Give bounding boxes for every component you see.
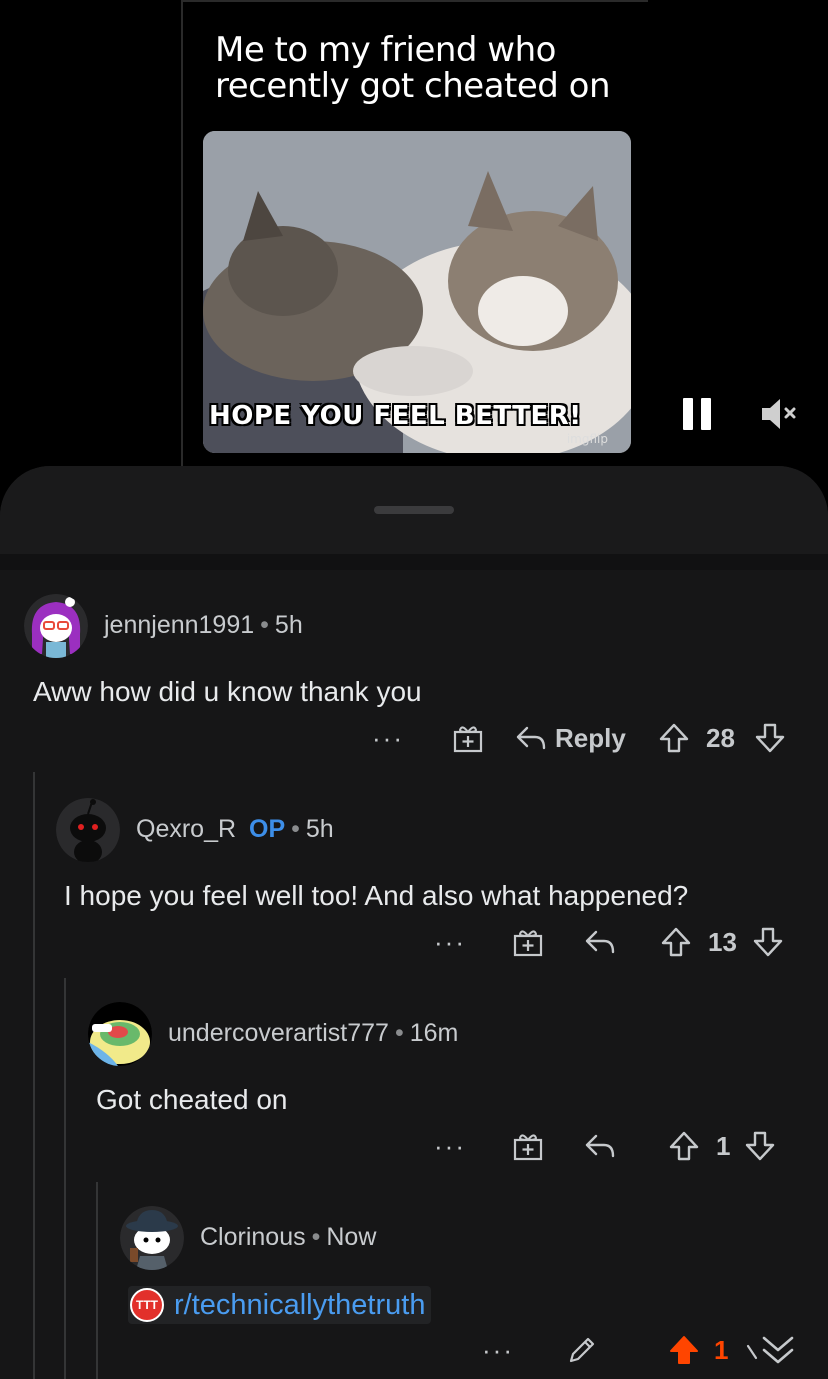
upvote-arrow-icon xyxy=(661,927,691,957)
meme-caption: Me to my friend who recently got cheated… xyxy=(215,30,611,106)
upvote-arrow-icon xyxy=(659,723,689,753)
more-options-button[interactable]: ··· xyxy=(434,1131,466,1162)
upvote-filled-icon xyxy=(670,1336,698,1364)
upvote-button-active[interactable] xyxy=(668,1334,700,1366)
downvote-arrow-icon xyxy=(753,927,783,957)
timestamp: Now xyxy=(326,1223,377,1251)
thread-line-level-2[interactable] xyxy=(64,978,66,1379)
gift-icon xyxy=(513,930,543,957)
avatar[interactable] xyxy=(120,1206,184,1270)
gift-icon xyxy=(453,726,483,753)
op-badge: OP xyxy=(249,815,286,843)
timestamp: 5h xyxy=(274,611,303,639)
timestamp: 5h xyxy=(305,815,334,843)
subreddit-link-text: r/technicallythetruth xyxy=(174,1288,426,1321)
comment-actions: ··· 13 xyxy=(434,922,794,962)
thread-line-level-3[interactable] xyxy=(96,1182,98,1379)
media-area: Me to my friend who recently got cheated… xyxy=(0,0,828,470)
reply-arrow-icon xyxy=(585,1134,615,1158)
username[interactable]: jennjenn1991 xyxy=(104,611,254,639)
avatar-snoo-purple-hair-icon xyxy=(24,594,88,658)
comment-meta: jennjenn1991 • 5h xyxy=(104,611,303,639)
downvote-arrow-icon xyxy=(745,1131,775,1161)
reply-button[interactable] xyxy=(584,1132,616,1160)
comment-actions: ··· Reply 28 xyxy=(372,718,792,758)
downvote-button[interactable] xyxy=(752,926,784,958)
pause-button[interactable] xyxy=(683,398,713,430)
username[interactable]: Clorinous xyxy=(200,1223,306,1251)
award-button[interactable] xyxy=(452,722,484,754)
avatar-snoo-detective-icon xyxy=(120,1206,184,1270)
award-button[interactable] xyxy=(512,926,544,958)
reply-label: Reply xyxy=(555,722,626,753)
meme-gif[interactable]: imgflip HOPE YOU FEEL BETTER! xyxy=(203,131,631,453)
comment-meta: undercoverartist777 • 16m xyxy=(168,1019,459,1047)
subreddit-link[interactable]: TTT r/technicallythetruth xyxy=(128,1286,432,1324)
downvote-button[interactable] xyxy=(744,1130,776,1162)
reply-arrow-icon xyxy=(585,930,615,954)
more-options-button[interactable]: ··· xyxy=(372,723,404,754)
thread-line-level-1[interactable] xyxy=(33,772,35,1379)
avatar-cartoon-map-icon xyxy=(88,1002,152,1066)
comment-actions: ··· 1 xyxy=(434,1126,794,1166)
comment-meta: Qexro_R OP • 5h xyxy=(136,815,334,843)
vote-score: 1 xyxy=(714,1334,729,1365)
reply-arrow-icon xyxy=(516,726,546,750)
gif-caption: HOPE YOU FEEL BETTER! xyxy=(209,401,582,431)
comment-actions: ··· 1 xyxy=(482,1330,802,1370)
vote-score: 1 xyxy=(716,1130,731,1161)
username[interactable]: undercoverartist777 xyxy=(168,1019,389,1047)
comment-body: I hope you feel well too! And also what … xyxy=(64,880,689,911)
upvote-button[interactable] xyxy=(660,926,692,958)
vote-score: 13 xyxy=(708,926,737,957)
avatar[interactable] xyxy=(24,594,88,658)
avatar[interactable] xyxy=(88,1002,152,1066)
comment-body: Aww how did u know thank you xyxy=(33,676,422,707)
double-chevron-down-icon xyxy=(762,1336,794,1364)
timestamp: 16m xyxy=(409,1019,459,1047)
avatar[interactable] xyxy=(56,798,120,862)
more-options-button[interactable]: ··· xyxy=(482,1335,514,1366)
downvote-arrow-icon xyxy=(755,723,785,753)
edit-button[interactable] xyxy=(566,1334,598,1366)
comment-body: Got cheated on xyxy=(96,1084,288,1115)
vote-score: 28 xyxy=(706,722,735,753)
speaker-muted-icon xyxy=(762,399,796,429)
reply-button[interactable] xyxy=(584,928,616,956)
downvote-button[interactable] xyxy=(754,722,786,754)
comment-meta: Clorinous • Now xyxy=(200,1223,377,1251)
more-options-button[interactable]: ··· xyxy=(434,927,466,958)
sheet-grabber-handle[interactable] xyxy=(374,506,454,514)
subreddit-icon: TTT xyxy=(130,1288,164,1322)
username[interactable]: Qexro_R xyxy=(136,815,236,843)
collapse-thread-button[interactable] xyxy=(760,1332,796,1368)
avatar-snoo-dark-icon xyxy=(56,798,120,862)
gift-icon xyxy=(513,1134,543,1161)
upvote-button[interactable] xyxy=(668,1130,700,1162)
upvote-arrow-icon xyxy=(669,1131,699,1161)
pause-icon xyxy=(683,398,693,430)
mute-button[interactable] xyxy=(760,396,798,432)
upvote-button[interactable] xyxy=(658,722,690,754)
award-button[interactable] xyxy=(512,1130,544,1162)
reply-button[interactable]: Reply xyxy=(515,723,626,754)
gif-watermark: imgflip xyxy=(567,432,608,446)
pencil-icon xyxy=(569,1337,595,1363)
